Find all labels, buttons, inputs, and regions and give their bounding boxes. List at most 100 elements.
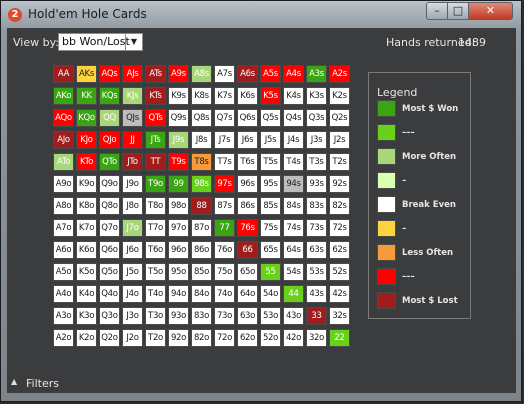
hand-cell-k7s[interactable]: K7s — [214, 87, 235, 105]
hand-cell-kjs[interactable]: KJs — [122, 87, 143, 105]
hand-cell-kts[interactable]: KTs — [145, 87, 166, 105]
hand-cell-t3s[interactable]: T3s — [306, 153, 327, 171]
hand-cell-44[interactable]: 44 — [283, 285, 304, 303]
hand-cell-k5s[interactable]: K5s — [260, 87, 281, 105]
hand-cell-88[interactable]: 88 — [191, 197, 212, 215]
hand-cell-j2o[interactable]: J2o — [122, 329, 143, 347]
hand-cell-77[interactable]: 77 — [214, 219, 235, 237]
hand-cell-q4s[interactable]: Q4s — [283, 109, 304, 127]
hand-cell-j6s[interactable]: J6s — [237, 131, 258, 149]
hand-cell-a2s[interactable]: A2s — [329, 65, 350, 83]
hand-cell-kk[interactable]: KK — [76, 87, 97, 105]
hand-cell-93s[interactable]: 93s — [306, 175, 327, 193]
hand-cell-a4s[interactable]: A4s — [283, 65, 304, 83]
hand-cell-j4s[interactable]: J4s — [283, 131, 304, 149]
hand-cell-98o[interactable]: 98o — [168, 197, 189, 215]
hand-cell-75s[interactable]: 75s — [260, 219, 281, 237]
hand-cell-76o[interactable]: 76o — [214, 241, 235, 259]
hand-cell-54s[interactable]: 54s — [283, 263, 304, 281]
hand-cell-55[interactable]: 55 — [260, 263, 281, 281]
hand-cell-jts[interactable]: JTs — [145, 131, 166, 149]
hand-cell-aqs[interactable]: AQs — [99, 65, 120, 83]
hand-cell-q2o[interactable]: Q2o — [99, 329, 120, 347]
hand-cell-aks[interactable]: AKs — [76, 65, 97, 83]
title-bar[interactable]: 2 Hold'em Hole Cards – □ ✕ — [1, 1, 521, 27]
hand-cell-j7s[interactable]: J7s — [214, 131, 235, 149]
hand-cell-82s[interactable]: 82s — [329, 197, 350, 215]
hand-cell-65s[interactable]: 65s — [260, 241, 281, 259]
hand-cell-k2s[interactable]: K2s — [329, 87, 350, 105]
hand-cell-q8s[interactable]: Q8s — [191, 109, 212, 127]
hand-cell-a4o[interactable]: A4o — [53, 285, 74, 303]
hand-cell-ajs[interactable]: AJs — [122, 65, 143, 83]
hand-cell-j6o[interactable]: J6o — [122, 241, 143, 259]
hand-cell-k6s[interactable]: K6s — [237, 87, 258, 105]
hand-cell-a6s[interactable]: A6s — [237, 65, 258, 83]
chevron-down-icon[interactable]: ▼ — [125, 34, 142, 50]
hand-cell-k5o[interactable]: K5o — [76, 263, 97, 281]
hand-cell-96o[interactable]: 96o — [168, 241, 189, 259]
hand-cell-q2s[interactable]: Q2s — [329, 109, 350, 127]
hand-cell-t9o[interactable]: T9o — [145, 175, 166, 193]
hand-cell-97s[interactable]: 97s — [214, 175, 235, 193]
hand-cell-t2s[interactable]: T2s — [329, 153, 350, 171]
hand-cell-74o[interactable]: 74o — [214, 285, 235, 303]
hand-cell-q6o[interactable]: Q6o — [99, 241, 120, 259]
hand-cell-42o[interactable]: 42o — [283, 329, 304, 347]
hand-cell-t5s[interactable]: T5s — [260, 153, 281, 171]
hand-cell-22[interactable]: 22 — [329, 329, 350, 347]
hand-cell-j5o[interactable]: J5o — [122, 263, 143, 281]
hand-cell-k6o[interactable]: K6o — [76, 241, 97, 259]
hand-cell-83s[interactable]: 83s — [306, 197, 327, 215]
chevron-up-icon[interactable]: ▲ — [11, 377, 17, 386]
hand-cell-t5o[interactable]: T5o — [145, 263, 166, 281]
hand-cell-62o[interactable]: 62o — [237, 329, 258, 347]
hand-cell-63s[interactable]: 63s — [306, 241, 327, 259]
hand-cell-qq[interactable]: QQ — [99, 109, 120, 127]
hand-cell-jj[interactable]: JJ — [122, 131, 143, 149]
close-button[interactable]: ✕ — [468, 2, 513, 20]
hand-cell-94s[interactable]: 94s — [283, 175, 304, 193]
hand-cell-a9o[interactable]: A9o — [53, 175, 74, 193]
hand-cell-ato[interactable]: ATo — [53, 153, 74, 171]
hand-cell-a8o[interactable]: A8o — [53, 197, 74, 215]
hand-cell-92s[interactable]: 92s — [329, 175, 350, 193]
hand-cell-j3s[interactable]: J3s — [306, 131, 327, 149]
hand-cell-73o[interactable]: 73o — [214, 307, 235, 325]
hand-cell-95s[interactable]: 95s — [260, 175, 281, 193]
hand-cell-k2o[interactable]: K2o — [76, 329, 97, 347]
hand-cell-t4o[interactable]: T4o — [145, 285, 166, 303]
hand-cell-kjo[interactable]: KJo — [76, 131, 97, 149]
hand-cell-53s[interactable]: 53s — [306, 263, 327, 281]
hand-cell-65o[interactable]: 65o — [237, 263, 258, 281]
hand-cell-94o[interactable]: 94o — [168, 285, 189, 303]
hand-cell-k8s[interactable]: K8s — [191, 87, 212, 105]
hand-cell-k4s[interactable]: K4s — [283, 87, 304, 105]
hand-cell-33[interactable]: 33 — [306, 307, 327, 325]
hand-cell-q7o[interactable]: Q7o — [99, 219, 120, 237]
hand-cell-j8s[interactable]: J8s — [191, 131, 212, 149]
hand-cell-62s[interactable]: 62s — [329, 241, 350, 259]
hand-cell-j2s[interactable]: J2s — [329, 131, 350, 149]
hand-cell-tt[interactable]: TT — [145, 153, 166, 171]
hand-cell-92o[interactable]: 92o — [168, 329, 189, 347]
hand-cell-76s[interactable]: 76s — [237, 219, 258, 237]
hand-cell-85o[interactable]: 85o — [191, 263, 212, 281]
hand-cell-64s[interactable]: 64s — [283, 241, 304, 259]
hand-cell-t2o[interactable]: T2o — [145, 329, 166, 347]
hand-cell-95o[interactable]: 95o — [168, 263, 189, 281]
hand-cell-42s[interactable]: 42s — [329, 285, 350, 303]
hand-cell-q5o[interactable]: Q5o — [99, 263, 120, 281]
filters-toggle[interactable]: Filters — [26, 377, 59, 390]
hand-cell-k4o[interactable]: K4o — [76, 285, 97, 303]
hand-cell-q6s[interactable]: Q6s — [237, 109, 258, 127]
hand-cell-aa[interactable]: AA — [53, 65, 74, 83]
hand-cell-a7s[interactable]: A7s — [214, 65, 235, 83]
hand-cell-k7o[interactable]: K7o — [76, 219, 97, 237]
hand-cell-43s[interactable]: 43s — [306, 285, 327, 303]
filters-bar[interactable]: ▲ Filters — [7, 374, 516, 393]
hand-cell-qjs[interactable]: QJs — [122, 109, 143, 127]
hand-cell-kqs[interactable]: KQs — [99, 87, 120, 105]
hand-cell-83o[interactable]: 83o — [191, 307, 212, 325]
hand-cell-q5s[interactable]: Q5s — [260, 109, 281, 127]
